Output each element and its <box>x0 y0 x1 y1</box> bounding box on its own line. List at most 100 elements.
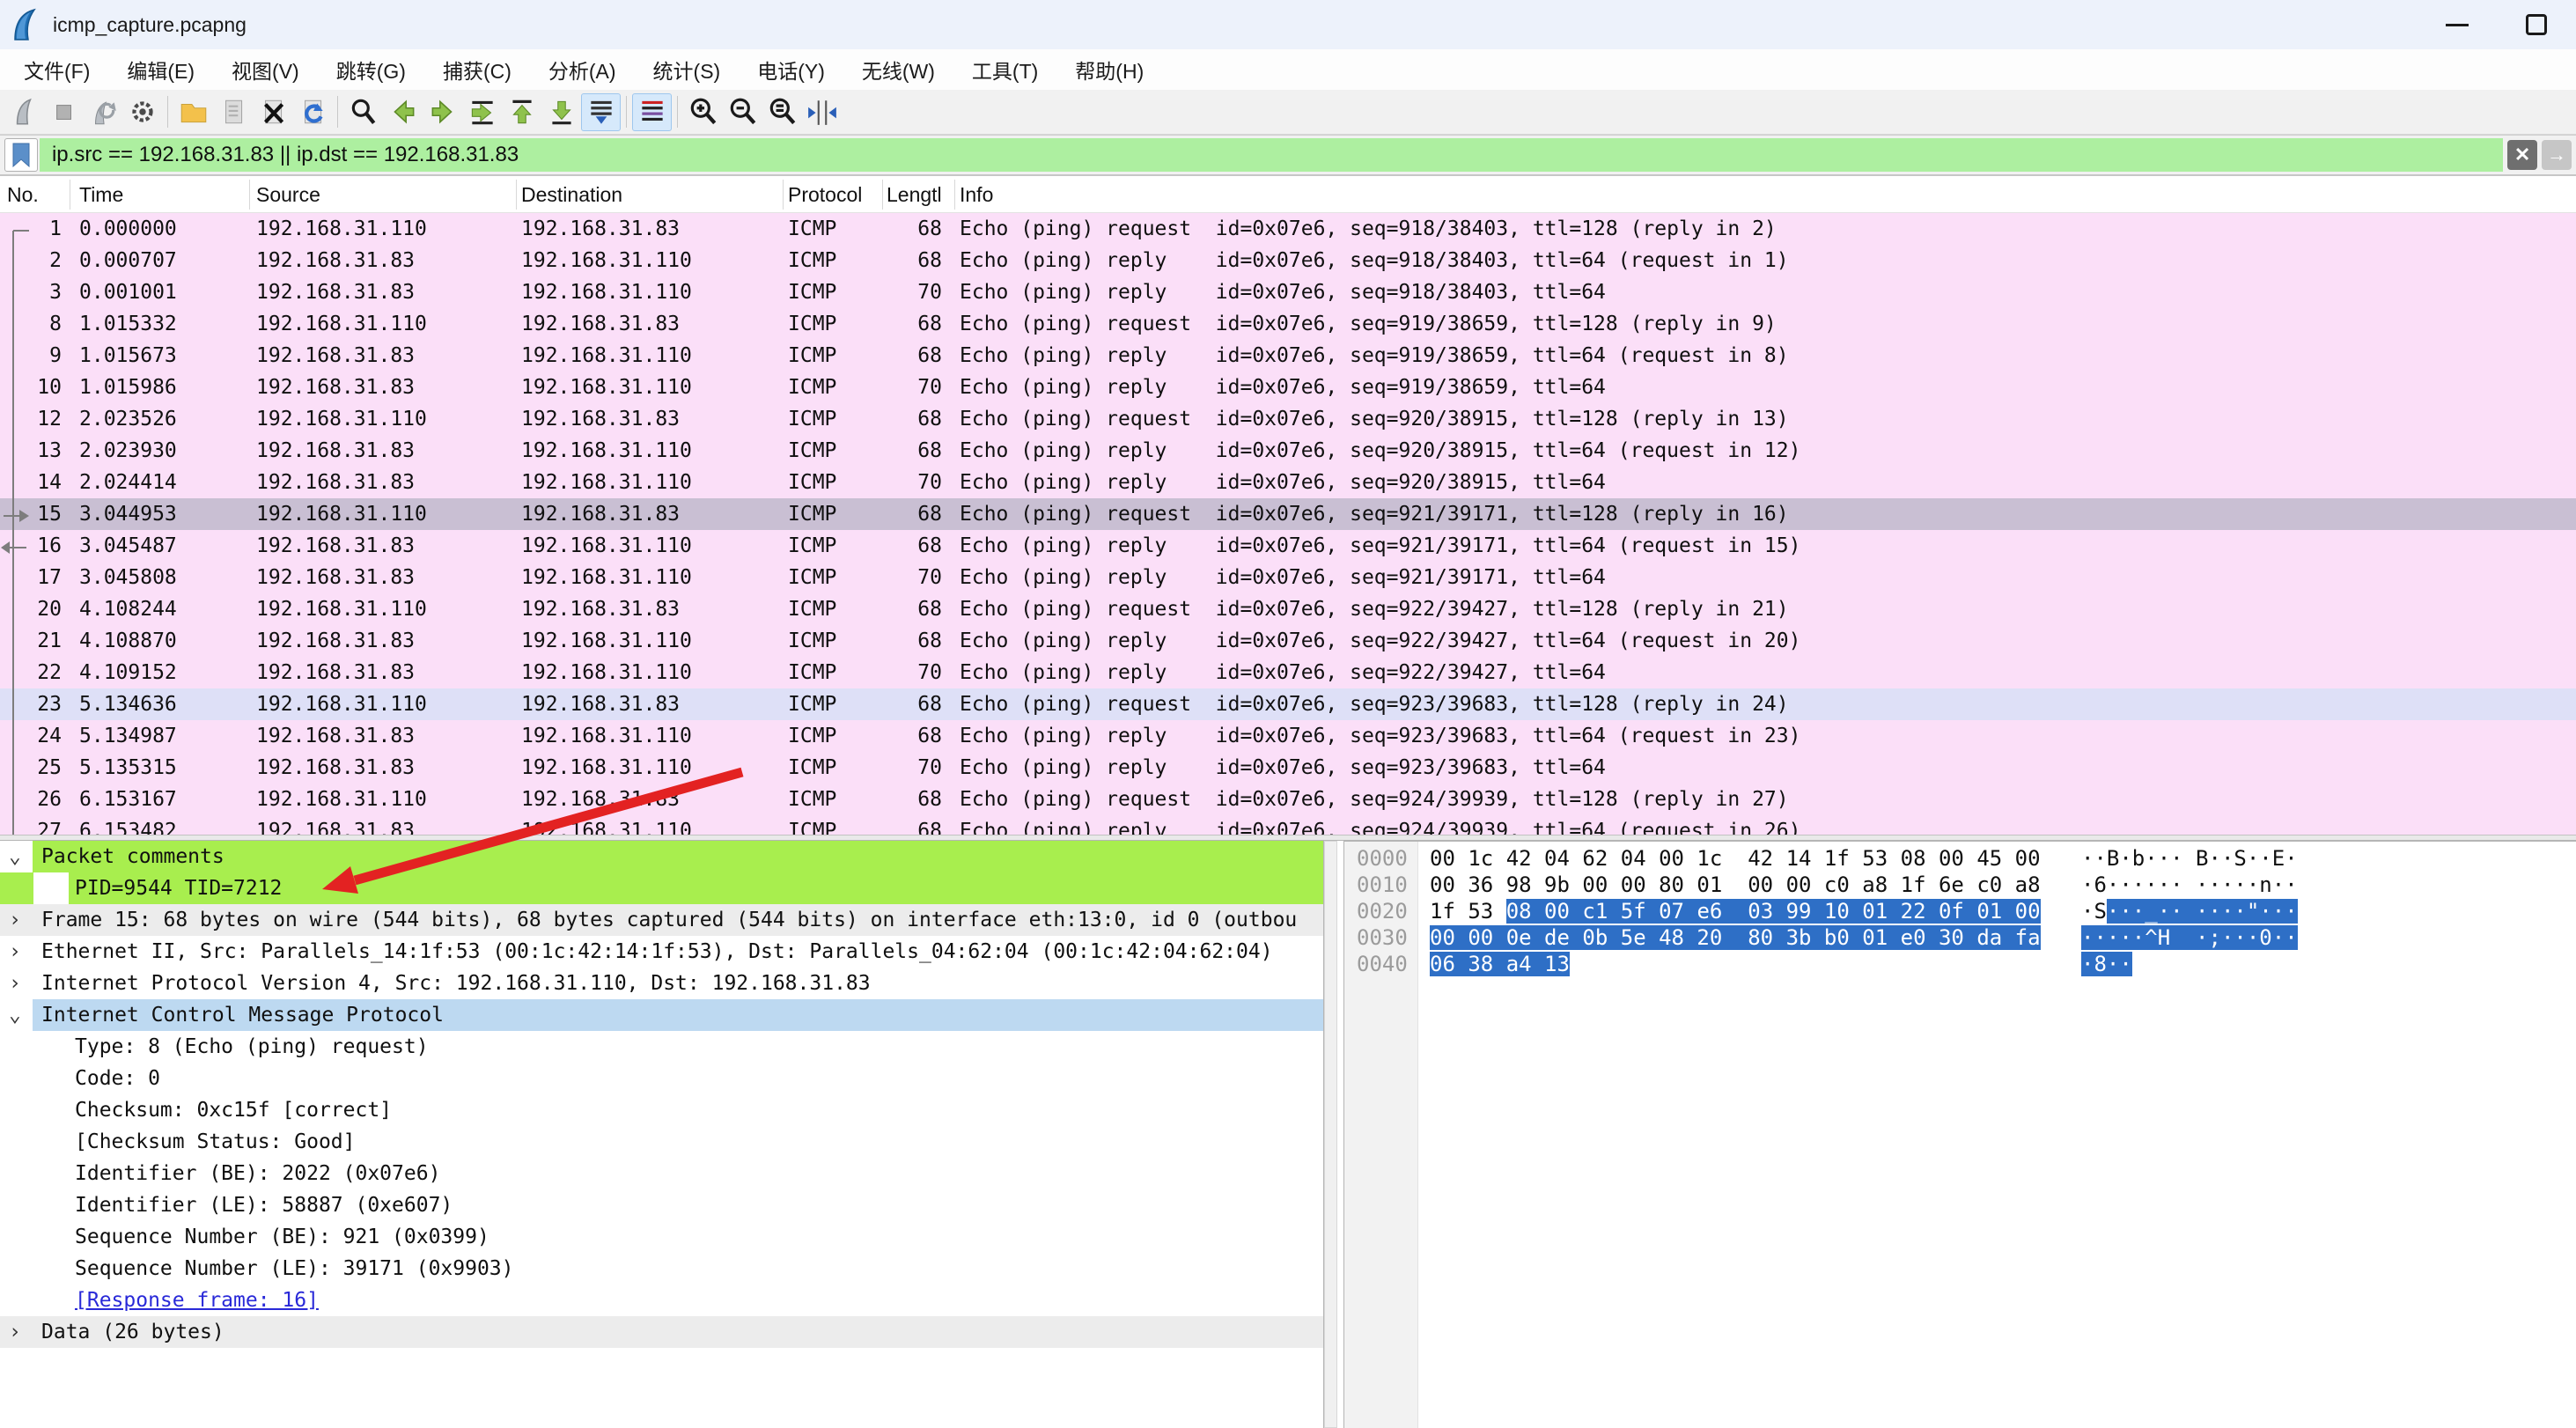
packet-row[interactable]: 13 2.023930 192.168.31.83 192.168.31.110 ICM… <box>0 435 2576 467</box>
expand-chevron-icon[interactable]: › <box>9 936 35 968</box>
packet-row[interactable]: 23 5.134636 192.168.31.110 192.168.31.83 ICM… <box>0 688 2576 720</box>
packet-row[interactable]: 14 2.024414 192.168.31.83 192.168.31.110 ICM… <box>0 467 2576 498</box>
collapse-chevron-icon[interactable]: ⌄ <box>9 999 35 1031</box>
column-separator[interactable] <box>882 180 883 210</box>
zoom-original-icon[interactable] <box>762 93 802 131</box>
packet-row[interactable]: 25 5.135315 192.168.31.83 192.168.31.110 ICM… <box>0 752 2576 784</box>
go-forward-icon[interactable] <box>423 93 462 131</box>
go-back-icon[interactable] <box>383 93 423 131</box>
column-separator[interactable] <box>516 180 517 210</box>
cell-src: 192.168.31.83 <box>256 471 416 494</box>
expand-chevron-icon[interactable]: › <box>9 1316 35 1348</box>
packet-row[interactable]: 26 6.153167 192.168.31.110 192.168.31.83 ICM… <box>0 784 2576 815</box>
packet-row[interactable]: 16 3.045487 192.168.31.83 192.168.31.110 ICM… <box>0 530 2576 562</box>
detail-row[interactable]: PID=9544 TID=7212 <box>0 872 1323 904</box>
filter-bookmark-button[interactable] <box>4 138 38 172</box>
packet-row[interactable]: 17 3.045808 192.168.31.83 192.168.31.110 ICM… <box>0 562 2576 593</box>
packet-row[interactable]: 3 0.001001 192.168.31.83 192.168.31.110 ICMP… <box>0 276 2576 308</box>
save-file-icon[interactable] <box>213 93 253 131</box>
details-scrollbar[interactable] <box>1324 841 1337 1428</box>
menu-item-statistics[interactable]: 统计(S) <box>635 49 740 90</box>
expand-chevron-icon[interactable]: › <box>9 904 35 936</box>
detail-row[interactable]: Checksum: 0xc15f [correct] <box>0 1094 1323 1126</box>
start-capture-fin-icon[interactable] <box>4 93 43 131</box>
column-separator[interactable] <box>783 180 784 210</box>
packet-row[interactable]: 27 6.153482 192.168.31.83 192.168.31.110 ICM… <box>0 815 2576 835</box>
packet-row[interactable]: 20 4.108244 192.168.31.110 192.168.31.83 ICM… <box>0 593 2576 625</box>
go-last-icon[interactable] <box>541 93 581 131</box>
hex-row[interactable]: 0020 1f 53 08 00 c1 5f 07 e6 03 99 10 01 … <box>1344 898 2576 924</box>
packet-row[interactable]: 2 0.000707 192.168.31.83 192.168.31.110 ICMP… <box>0 245 2576 276</box>
detail-row[interactable]: [Checksum Status: Good] <box>0 1126 1323 1158</box>
detail-row[interactable]: Code: 0 <box>0 1063 1323 1094</box>
menu-item-view[interactable]: 视图(V) <box>213 49 318 90</box>
detail-row[interactable]: Sequence Number (LE): 39171 (0x9903) <box>0 1253 1323 1284</box>
resize-columns-icon[interactable] <box>802 93 842 131</box>
response-frame-link[interactable]: [Response frame: 16] <box>0 1284 1323 1316</box>
stop-capture-icon[interactable] <box>43 93 83 131</box>
filter-clear-button[interactable]: ✕ <box>2507 140 2538 170</box>
pane-splitter[interactable] <box>0 835 2576 841</box>
column-header-source[interactable]: Source <box>256 176 320 213</box>
go-first-icon[interactable] <box>502 93 541 131</box>
auto-scroll-icon[interactable] <box>581 92 621 131</box>
detail-row[interactable]: Identifier (LE): 58887 (0xe607) <box>0 1189 1323 1221</box>
minimize-button[interactable] <box>2418 0 2497 49</box>
packet-row[interactable]: 9 1.015673 192.168.31.83 192.168.31.110 ICMP… <box>0 340 2576 372</box>
detail-row[interactable]: [Response frame: 16] <box>0 1284 1323 1316</box>
menu-item-go[interactable]: 跳转(G) <box>318 49 424 90</box>
packet-row[interactable]: 1 0.000000 192.168.31.110 192.168.31.83 ICMP… <box>0 213 2576 245</box>
menu-item-tools[interactable]: 工具(T) <box>953 49 1056 90</box>
menu-item-help[interactable]: 帮助(H) <box>1056 49 1162 90</box>
filter-input[interactable]: ip.src == 192.168.31.83 || ip.dst == 192… <box>39 138 2504 172</box>
packet-row[interactable]: 15 3.044953 192.168.31.110 192.168.31.83 ICM… <box>0 498 2576 530</box>
zoom-in-icon[interactable] <box>683 93 723 131</box>
detail-row[interactable]: Identifier (BE): 2022 (0x07e6) <box>0 1158 1323 1189</box>
filter-apply-button[interactable]: → <box>2542 140 2572 170</box>
capture-options-gear-icon[interactable] <box>122 93 162 131</box>
packet-row[interactable]: 24 5.134987 192.168.31.83 192.168.31.110 ICM… <box>0 720 2576 752</box>
hex-row[interactable]: 0040 06 38 a4 13 ·8·· <box>1344 951 2576 977</box>
detail-row[interactable]: › Frame 15: 68 bytes on wire (544 bits), … <box>0 904 1323 936</box>
find-packet-icon[interactable] <box>343 93 383 131</box>
maximize-button[interactable] <box>2497 0 2576 49</box>
column-header-no[interactable]: No. <box>7 176 39 213</box>
collapse-chevron-icon[interactable]: ⌄ <box>9 841 35 872</box>
colorize-icon[interactable] <box>632 92 672 131</box>
open-file-folder-icon[interactable] <box>173 93 213 131</box>
column-header-protocol[interactable]: Protocol <box>788 176 862 213</box>
packet-row[interactable]: 12 2.023526 192.168.31.110 192.168.31.83 ICM… <box>0 403 2576 435</box>
expand-chevron-icon[interactable]: › <box>9 968 35 999</box>
zoom-out-icon[interactable] <box>723 93 762 131</box>
detail-row[interactable]: › Internet Protocol Version 4, Src: 192.1… <box>0 968 1323 999</box>
reload-file-icon[interactable] <box>292 93 332 131</box>
column-header-time[interactable]: Time <box>79 176 123 213</box>
hex-row[interactable]: 0030 00 00 0e de 0b 5e 48 20 80 3b b0 01 … <box>1344 924 2576 951</box>
menu-item-capture[interactable]: 捕获(C) <box>424 49 530 90</box>
detail-row[interactable]: ⌄ Packet comments <box>0 841 1323 872</box>
packet-row[interactable]: 10 1.015986 192.168.31.83 192.168.31.110 ICM… <box>0 372 2576 403</box>
hex-row[interactable]: 0010 00 36 98 9b 00 00 80 01 00 00 c0 a8 … <box>1344 872 2576 898</box>
column-header-info[interactable]: Info <box>960 176 993 213</box>
detail-row[interactable]: › Ethernet II, Src: Parallels_14:1f:53 (0… <box>0 936 1323 968</box>
detail-row[interactable]: Type: 8 (Echo (ping) request) <box>0 1031 1323 1063</box>
column-header-lengtl[interactable]: Lengtl <box>887 176 942 213</box>
column-separator[interactable] <box>249 180 250 210</box>
detail-row[interactable]: › Data (26 bytes) <box>0 1316 1323 1348</box>
detail-row[interactable]: ⌄ Internet Control Message Protocol <box>0 999 1323 1031</box>
column-header-destination[interactable]: Destination <box>521 176 622 213</box>
packet-row[interactable]: 21 4.108870 192.168.31.83 192.168.31.110 ICM… <box>0 625 2576 657</box>
go-to-packet-icon[interactable] <box>462 93 502 131</box>
detail-row[interactable]: Sequence Number (BE): 921 (0x0399) <box>0 1221 1323 1253</box>
menu-item-file[interactable]: 文件(F) <box>5 49 108 90</box>
menu-item-wireless[interactable]: 无线(W) <box>843 49 953 90</box>
column-separator[interactable] <box>954 180 955 210</box>
hex-row[interactable]: 0000 00 1c 42 04 62 04 00 1c 42 14 1f 53 … <box>1344 845 2576 872</box>
restart-capture-icon[interactable] <box>83 93 122 131</box>
packet-row[interactable]: 8 1.015332 192.168.31.110 192.168.31.83 ICMP… <box>0 308 2576 340</box>
close-file-icon[interactable] <box>253 93 292 131</box>
menu-item-telephony[interactable]: 电话(Y) <box>739 49 843 90</box>
menu-item-edit[interactable]: 编辑(E) <box>108 49 213 90</box>
menu-item-analyze[interactable]: 分析(A) <box>530 49 635 90</box>
packet-row[interactable]: 22 4.109152 192.168.31.83 192.168.31.110 ICM… <box>0 657 2576 688</box>
